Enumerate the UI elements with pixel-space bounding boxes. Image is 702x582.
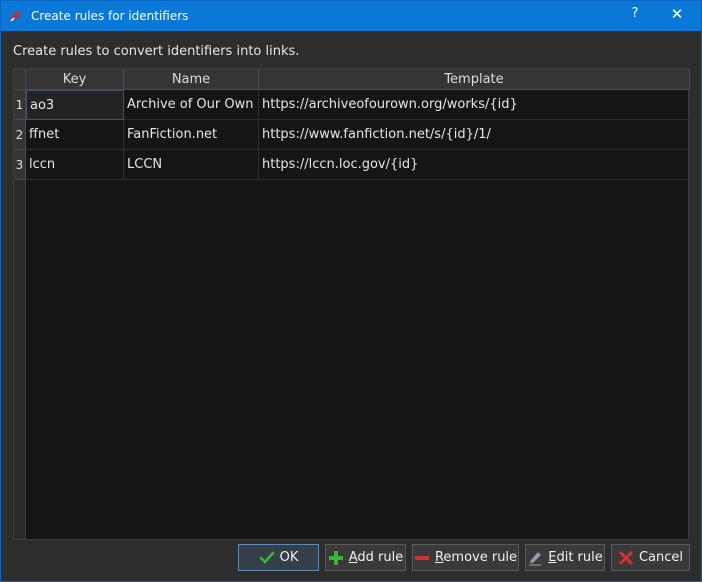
row-header[interactable]: 1 xyxy=(14,90,26,120)
ok-button[interactable]: OK xyxy=(238,544,319,571)
edit-rule-label: Edit rule xyxy=(548,550,603,565)
table-cell-name[interactable]: FanFiction.net xyxy=(124,120,259,150)
remove-rule-button[interactable]: Remove rule xyxy=(412,544,519,571)
rules-table[interactable]: Key Name Template 1 ao3 Archive of Our O… xyxy=(13,68,690,540)
add-rule-button[interactable]: Add rule xyxy=(325,544,406,571)
remove-rule-label: Remove rule xyxy=(434,550,518,565)
table-cell-template[interactable]: https://www.fanfiction.net/s/{id}/1/ xyxy=(259,120,690,150)
table-cell-template[interactable]: https://lccn.loc.gov/{id} xyxy=(259,150,690,180)
minus-icon xyxy=(414,555,429,560)
cancel-button[interactable]: Cancel xyxy=(611,544,690,571)
cancel-x-icon xyxy=(619,551,633,564)
column-header-template[interactable]: Template xyxy=(259,69,690,90)
title-bar: Create rules for identifiers ? ✕ xyxy=(1,1,701,31)
column-header-name[interactable]: Name xyxy=(124,69,259,90)
table-cell-name[interactable]: LCCN xyxy=(124,150,259,180)
table-cell-key[interactable]: ffnet xyxy=(26,120,124,150)
table-corner xyxy=(14,69,26,90)
add-rule-label: Add rule xyxy=(348,550,404,565)
help-button[interactable]: ? xyxy=(623,6,647,26)
table-cell-name[interactable]: Archive of Our Own xyxy=(124,90,259,120)
row-header[interactable]: 3 xyxy=(14,150,26,180)
row-header[interactable]: 2 xyxy=(14,120,26,150)
table-cell-template[interactable]: https://archiveofourown.org/works/{id} xyxy=(259,90,690,120)
plus-icon xyxy=(328,550,343,565)
cancel-button-label: Cancel xyxy=(638,550,684,565)
calibre-app-icon xyxy=(10,11,21,22)
edit-rule-button[interactable]: Edit rule xyxy=(525,544,605,571)
pencil-icon xyxy=(529,550,542,565)
intro-text: Create rules to convert identifiers into… xyxy=(13,44,300,59)
close-button[interactable]: ✕ xyxy=(665,5,689,27)
table-cell-key[interactable]: ao3 xyxy=(26,90,124,120)
dialog-window: Create rules for identifiers ? ✕ Create … xyxy=(0,0,702,582)
column-header-key[interactable]: Key xyxy=(26,69,124,90)
ok-button-label: OK xyxy=(279,550,299,565)
checkmark-icon xyxy=(259,551,274,563)
window-title: Create rules for identifiers xyxy=(31,9,189,23)
row-header-strip xyxy=(14,180,26,539)
table-cell-key[interactable]: lccn xyxy=(26,150,124,180)
